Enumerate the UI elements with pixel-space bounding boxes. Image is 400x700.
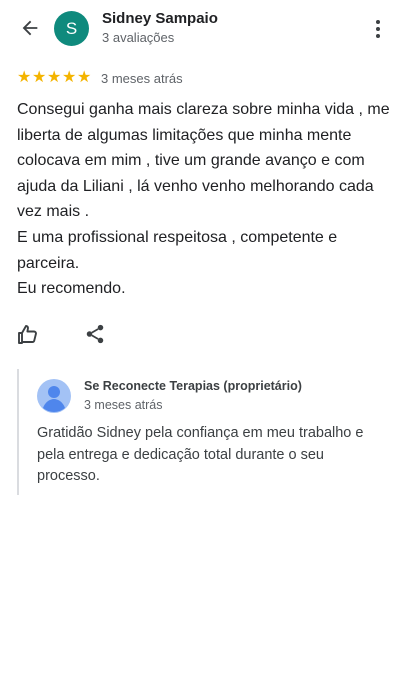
more-options-button[interactable] <box>366 14 390 44</box>
star-icon: ★ <box>17 69 32 86</box>
owner-avatar <box>37 379 71 413</box>
star-icon: ★ <box>62 69 77 86</box>
reviewer-avatar[interactable]: S <box>54 11 89 46</box>
star-rating: ★ ★ ★ ★ ★ <box>17 70 92 86</box>
owner-name: Se Reconecte Terapias (proprietário) <box>84 379 302 393</box>
thumb-up-icon <box>18 325 37 344</box>
star-icon: ★ <box>77 69 92 86</box>
rating-row: ★ ★ ★ ★ ★ 3 meses atrás <box>17 69 183 87</box>
back-button[interactable] <box>16 14 44 42</box>
default-profile-icon <box>37 379 71 413</box>
like-button[interactable] <box>16 323 42 349</box>
owner-response-text: Gratidão Sidney pela confiança em meu tr… <box>37 425 364 484</box>
owner-response: Se Reconecte Terapias (proprietário) 3 m… <box>17 369 379 495</box>
review-header: S Sidney Sampaio 3 avaliações <box>0 0 400 58</box>
owner-response-time: 3 meses atrás <box>84 398 163 412</box>
avatar-letter: S <box>65 18 78 38</box>
share-button[interactable] <box>84 323 110 349</box>
arrow-left-icon <box>22 20 38 36</box>
more-vert-icon <box>376 20 380 24</box>
star-icon: ★ <box>47 69 62 86</box>
reviewer-review-count: 3 avaliações <box>102 30 175 45</box>
review-text: Consegui ganha mais clareza sobre minha … <box>17 101 390 298</box>
star-icon: ★ <box>32 69 47 86</box>
reviewer-name[interactable]: Sidney Sampaio <box>102 10 218 27</box>
share-icon <box>86 324 104 344</box>
review-time: 3 meses atrás <box>101 70 183 86</box>
